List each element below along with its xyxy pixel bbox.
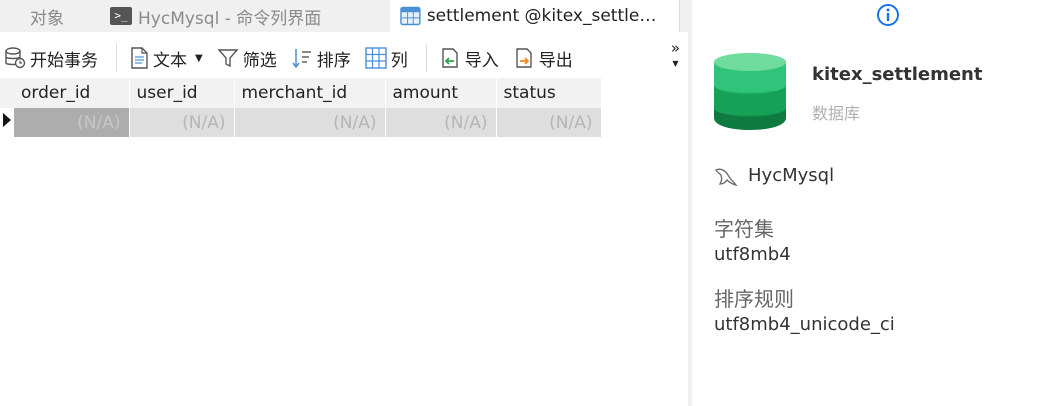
export-button[interactable]: 导出 bbox=[509, 43, 577, 73]
database-name: kitex_settlement bbox=[812, 64, 983, 85]
overflow-icon: » bbox=[670, 39, 680, 57]
import-label: 导入 bbox=[464, 50, 499, 71]
tab-settlement-table[interactable]: settlement @kitex_settleme... bbox=[390, 0, 680, 32]
toolbar-overflow-button[interactable]: » ▼ bbox=[670, 39, 680, 70]
column-header[interactable]: status bbox=[496, 78, 602, 108]
grid-cell[interactable]: (N/A) bbox=[385, 108, 497, 137]
document-icon bbox=[131, 47, 148, 69]
columns-label: 列 bbox=[390, 50, 408, 71]
grid-cell[interactable]: (N/A) bbox=[234, 108, 386, 137]
grid-header-row: order_id user_id merchant_id amount stat… bbox=[0, 78, 602, 108]
row-header-corner bbox=[0, 78, 14, 108]
sort-icon bbox=[292, 49, 311, 69]
info-panel: kitex_settlement 数据库 HycMysql 字符集 utf8mb… bbox=[692, 0, 1038, 406]
data-grid: order_id user_id merchant_id amount stat… bbox=[0, 78, 602, 137]
info-icon[interactable] bbox=[876, 3, 900, 27]
column-header[interactable]: merchant_id bbox=[234, 78, 386, 108]
mysql-dolphin-icon bbox=[715, 168, 738, 187]
collation-value: utf8mb4_unicode_ci bbox=[714, 314, 895, 335]
table-icon bbox=[400, 6, 421, 26]
grid-cell[interactable]: (N/A) bbox=[129, 108, 235, 137]
grid-cell[interactable]: (N/A) bbox=[14, 108, 130, 137]
chevron-down-icon: ▼ bbox=[195, 52, 203, 64]
filter-button[interactable]: 筛选 bbox=[213, 43, 281, 73]
tab-bar: 对象 >_ HycMysql - 命令列界面 settlement @kitex… bbox=[0, 0, 688, 32]
import-button[interactable]: 导入 bbox=[435, 43, 503, 73]
charset-label: 字符集 bbox=[714, 217, 774, 241]
object-type: 数据库 bbox=[812, 104, 861, 123]
column-header[interactable]: order_id bbox=[14, 78, 130, 108]
column-header[interactable]: user_id bbox=[129, 78, 235, 108]
tab-objects-label: 对象 bbox=[30, 8, 64, 29]
database-icon bbox=[714, 53, 786, 130]
chevron-down-icon: ▼ bbox=[672, 59, 679, 68]
toolbar-separator bbox=[116, 44, 117, 72]
column-header[interactable]: amount bbox=[385, 78, 497, 108]
text-label: 文本 bbox=[153, 50, 187, 71]
current-row-indicator-icon bbox=[0, 108, 14, 137]
charset-value: utf8mb4 bbox=[714, 244, 791, 265]
connection-name: HycMysql bbox=[748, 165, 835, 186]
toolbar: 开始事务 文本 ▼ 筛选 排序 列 导入 导出 bbox=[0, 38, 688, 78]
begin-transaction-button[interactable]: 开始事务 bbox=[0, 43, 102, 73]
toolbar-separator bbox=[425, 44, 427, 72]
tab-console-label: HycMysql - 命令列界面 bbox=[138, 8, 322, 29]
sort-label: 排序 bbox=[316, 50, 351, 71]
filter-label: 筛选 bbox=[242, 50, 277, 71]
text-button[interactable]: 文本 ▼ bbox=[125, 43, 207, 73]
editor-area: 对象 >_ HycMysql - 命令列界面 settlement @kitex… bbox=[0, 0, 688, 406]
filter-icon bbox=[217, 49, 239, 68]
grid-cell[interactable]: (N/A) bbox=[496, 108, 602, 137]
sort-button[interactable]: 排序 bbox=[287, 43, 355, 73]
collation-label: 排序规则 bbox=[714, 287, 794, 311]
grid-icon bbox=[365, 47, 387, 69]
columns-button[interactable]: 列 bbox=[361, 43, 412, 73]
begin-transaction-label: 开始事务 bbox=[30, 50, 98, 71]
tab-console[interactable]: >_ HycMysql - 命令列界面 bbox=[100, 0, 390, 32]
database-transaction-icon bbox=[5, 47, 26, 69]
export-label: 导出 bbox=[538, 50, 573, 71]
tab-settlement-label: settlement @kitex_settleme... bbox=[426, 6, 669, 26]
export-icon bbox=[516, 48, 532, 68]
import-icon bbox=[442, 48, 458, 68]
tab-objects[interactable]: 对象 bbox=[0, 0, 100, 32]
terminal-icon: >_ bbox=[110, 7, 132, 25]
table-row[interactable]: (N/A) (N/A) (N/A) (N/A) (N/A) bbox=[0, 108, 602, 137]
